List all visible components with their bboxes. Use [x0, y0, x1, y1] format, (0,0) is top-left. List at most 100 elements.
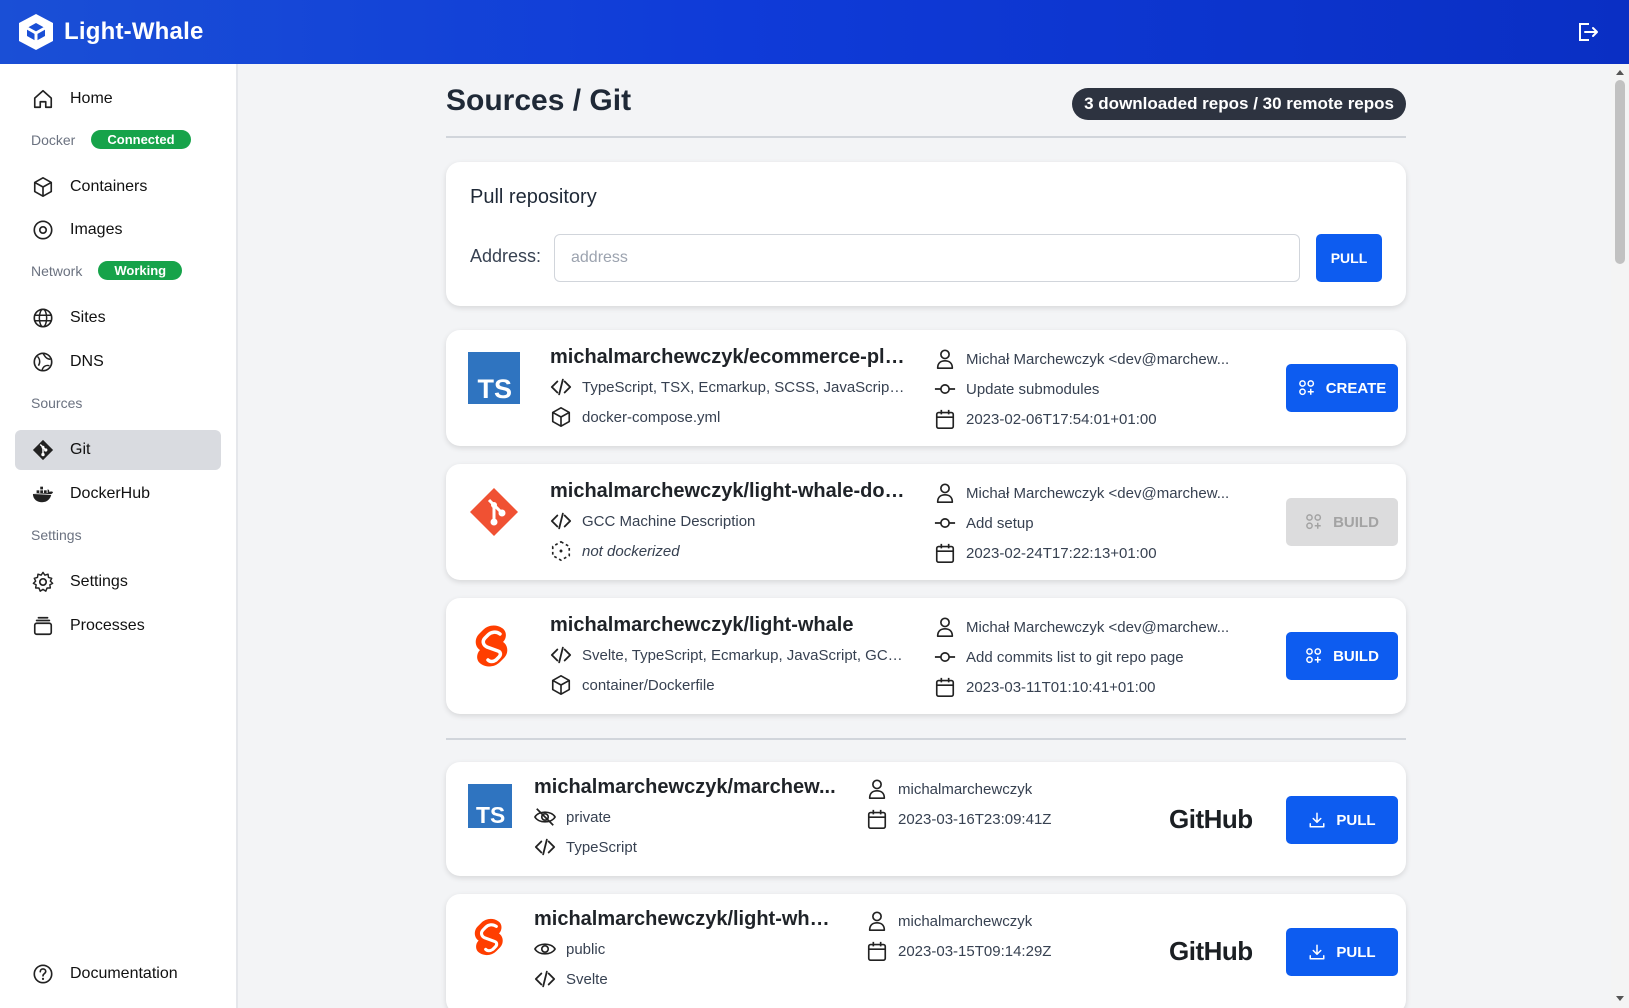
repo-updated-date: 2023-03-15T09:14:29Z: [866, 940, 1051, 962]
sidebar-item-git[interactable]: Git: [15, 430, 221, 470]
box-icon: [550, 674, 572, 696]
box-icon: [550, 406, 572, 428]
remote-repo-card: michalmarchewczyk/light-whale public Sve…: [446, 894, 1406, 1008]
repo-docker-file: not dockerized: [550, 540, 680, 562]
create-button[interactable]: CREATE: [1286, 364, 1398, 412]
repo-updated-date: 2023-03-16T23:09:41Z: [866, 808, 1051, 830]
docker-status-badge: Connected: [91, 130, 191, 149]
eye-off-icon: [534, 806, 556, 828]
repo-languages: TypeScript, TSX, Ecmarkup, SCSS, JavaScr…: [550, 376, 906, 398]
scrollbar[interactable]: [1611, 64, 1629, 1008]
scrollbar-thumb[interactable]: [1615, 80, 1625, 264]
disc-icon: [31, 218, 55, 242]
calendar-icon: [866, 808, 888, 830]
sidebar-item-images[interactable]: Images: [15, 210, 221, 250]
section-label: Network: [31, 262, 83, 279]
address-input[interactable]: [554, 234, 1300, 282]
pull-repository-card: Pull repository Address: PULL: [446, 162, 1406, 306]
user-icon: [934, 616, 956, 638]
top-bar: Light-Whale: [0, 0, 1629, 64]
repo-language: Svelte: [534, 968, 608, 990]
repo-owner: michalmarchewczyk: [866, 910, 1032, 932]
repo-owner: michalmarchewczyk: [866, 778, 1032, 800]
brand[interactable]: Light-Whale: [18, 13, 204, 51]
repo-docker-file: docker-compose.yml: [550, 406, 720, 428]
svelte-logo-icon: [468, 620, 520, 672]
user-icon: [866, 910, 888, 932]
code-icon: [550, 510, 572, 532]
download-icon: [1308, 943, 1326, 961]
local-repo-card: michalmarchewczyk/ecommerce-pla... TypeS…: [446, 330, 1406, 446]
build-button[interactable]: BUILD: [1286, 632, 1398, 680]
commit-message: Add commits list to git repo page: [934, 646, 1184, 668]
network-globe-icon: [31, 350, 55, 374]
sidebar-item-sites[interactable]: Sites: [15, 298, 221, 338]
github-logo: GitHub: [1169, 936, 1253, 966]
repo-name[interactable]: michalmarchewczyk/light-whale: [534, 908, 836, 931]
repo-languages: GCC Machine Description: [550, 510, 906, 532]
git-logo-icon: [468, 486, 520, 538]
build-icon: [1305, 647, 1323, 665]
sidebar-item-containers[interactable]: Containers: [15, 167, 221, 207]
section-label: Settings: [31, 527, 82, 543]
pull-button[interactable]: PULL: [1316, 234, 1382, 282]
typescript-logo-icon: [468, 784, 512, 828]
sidebar-item-label: DockerHub: [70, 485, 151, 502]
stack-icon: [31, 614, 55, 638]
sidebar-item-home[interactable]: Home: [15, 79, 221, 119]
divider: [446, 136, 1406, 138]
address-label: Address:: [470, 246, 542, 266]
repo-visibility: private: [534, 806, 611, 828]
logout-icon[interactable]: [1575, 20, 1599, 44]
local-repo-card: michalmarchewczyk/light-whale-docs GCC M…: [446, 464, 1406, 580]
sidebar-item-label: Git: [70, 441, 91, 458]
sidebar-item-label: Images: [70, 221, 123, 238]
scroll-down-arrow-icon[interactable]: [1616, 996, 1624, 1001]
commit-date: 2023-02-24T17:22:13+01:00: [934, 542, 1157, 564]
help-circle-icon: [31, 962, 55, 986]
repo-language: TypeScript: [534, 836, 637, 858]
pull-button[interactable]: PULL: [1286, 796, 1398, 844]
repo-name[interactable]: michalmarchewczyk/light-whale: [550, 614, 906, 637]
user-icon: [934, 482, 956, 504]
repo-name[interactable]: michalmarchewczyk/ecommerce-pla...: [550, 346, 906, 369]
git-icon: [31, 438, 55, 462]
sidebar-item-label: Documentation: [70, 965, 178, 982]
repo-count-badge: 3 downloaded repos / 30 remote repos: [1072, 88, 1406, 120]
scroll-up-arrow-icon[interactable]: [1616, 70, 1624, 75]
sidebar-item-documentation[interactable]: Documentation: [15, 954, 221, 994]
sidebar-item-processes[interactable]: Processes: [15, 606, 221, 646]
network-status-badge: Working: [98, 261, 183, 280]
svelte-logo-icon: [468, 914, 514, 960]
box-icon: [31, 175, 55, 199]
divider: [446, 738, 1406, 740]
pull-repository-title: Pull repository: [470, 186, 597, 208]
typescript-logo-icon: [468, 352, 520, 404]
sidebar-item-dns[interactable]: DNS: [15, 342, 221, 382]
sidebar-item-settings[interactable]: Settings: [15, 562, 221, 602]
section-label: Sources: [31, 395, 83, 411]
section-network: Network Working: [31, 261, 183, 280]
repo-languages: Svelte, TypeScript, Ecmarkup, JavaScript…: [550, 644, 906, 666]
app-name: Light-Whale: [64, 18, 204, 45]
calendar-icon: [934, 542, 956, 564]
remote-repo-card: michalmarchewczyk/marchew... private Typ…: [446, 762, 1406, 876]
commit-icon: [934, 512, 956, 534]
sidebar-item-label: DNS: [70, 353, 104, 370]
repo-docker-file: container/Dockerfile: [550, 674, 715, 696]
repo-name[interactable]: michalmarchewczyk/light-whale-docs: [550, 480, 906, 503]
globe-icon: [31, 306, 55, 330]
sidebar-item-dockerhub[interactable]: DockerHub: [15, 474, 221, 514]
section-label: Docker: [31, 131, 76, 148]
build-icon: [1305, 513, 1323, 531]
pull-button[interactable]: PULL: [1286, 928, 1398, 976]
commit-date: 2023-02-06T17:54:01+01:00: [934, 408, 1157, 430]
section-docker: Docker Connected: [31, 130, 191, 149]
build-button-disabled[interactable]: BUILD: [1286, 498, 1398, 546]
repo-name[interactable]: michalmarchewczyk/marchew...: [534, 776, 836, 799]
sidebar: Home Docker Connected Containers Images …: [0, 64, 238, 1008]
commit-date: 2023-03-11T01:10:41+01:00: [934, 676, 1155, 698]
code-icon: [534, 968, 556, 990]
code-icon: [550, 376, 572, 398]
sidebar-item-label: Home: [70, 90, 113, 107]
